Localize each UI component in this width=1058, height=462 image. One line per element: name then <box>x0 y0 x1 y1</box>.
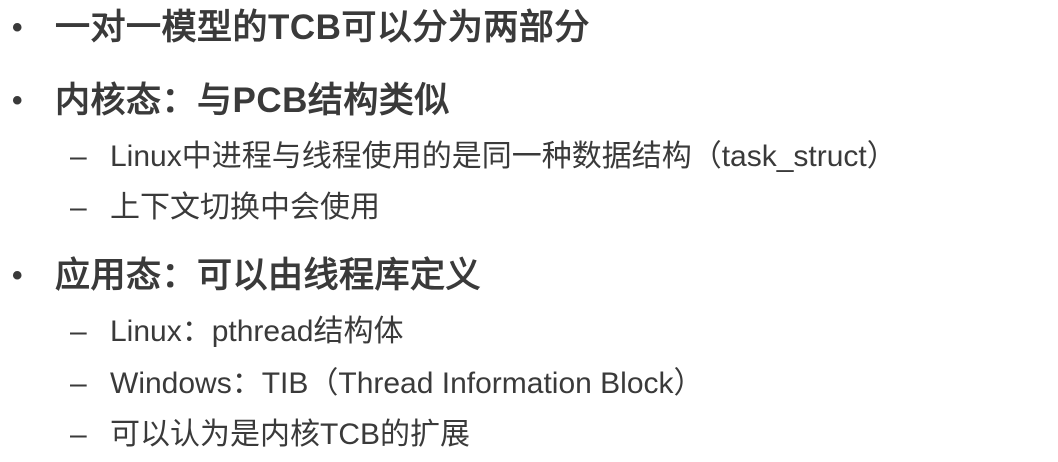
bullet-dot: • <box>12 259 23 292</box>
sub-bullet-dash: – <box>70 418 87 451</box>
bullet-dot: • <box>12 84 23 117</box>
sub-bullet-text: 可以认为是内核TCB的扩展 <box>110 418 470 451</box>
sub-bullet-dash: – <box>70 367 87 400</box>
sub-bullet-dash: – <box>70 191 87 224</box>
sub-bullet-dash: – <box>70 315 87 348</box>
sub-bullet-text: Windows：TIB（Thread Information Block） <box>110 367 704 400</box>
bullet-text: 一对一模型的TCB可以分为两部分 <box>55 8 590 47</box>
sub-bullet-dash: – <box>70 140 87 173</box>
bullet-dot: • <box>12 11 23 44</box>
bullet-text: 应用态：可以由线程库定义 <box>55 256 482 295</box>
sub-bullet-text: Linux：pthread结构体 <box>110 315 404 348</box>
sub-bullet-text: Linux中进程与线程使用的是同一种数据结构（task_struct） <box>110 140 897 173</box>
slide: • 一对一模型的TCB可以分为两部分 • 内核态：与PCB结构类似 – Linu… <box>0 0 1058 462</box>
bullet-text: 内核态：与PCB结构类似 <box>55 81 450 120</box>
sub-bullet-text: 上下文切换中会使用 <box>110 191 380 224</box>
